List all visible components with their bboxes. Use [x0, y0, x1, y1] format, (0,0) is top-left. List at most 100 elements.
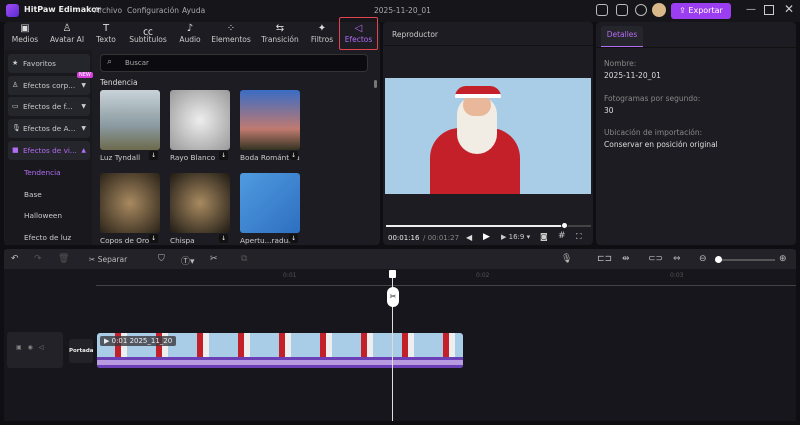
scrollbar[interactable] [374, 80, 377, 88]
tab-efectos[interactable]: ◁ Efectos [339, 17, 378, 50]
marker-icon[interactable]: ⛉ [158, 254, 165, 264]
tab-transicion[interactable]: ⇆ Transición [258, 23, 302, 44]
snapshot-icon[interactable]: ◙ [540, 232, 548, 241]
playhead-handle[interactable] [389, 270, 396, 278]
group-icon[interactable]: ⧉ [241, 254, 247, 264]
download-icon[interactable]: ↓ [219, 234, 228, 243]
close-icon[interactable]: ✕ [784, 2, 794, 16]
video-preview [385, 78, 591, 194]
tab-detalles[interactable]: Detalles [601, 26, 643, 47]
import-label: Ubicación de importación: [604, 128, 703, 137]
download-icon[interactable]: ↓ [219, 151, 228, 160]
feedback-icon[interactable] [616, 4, 628, 16]
download-icon[interactable]: ↓ [289, 234, 298, 243]
sidebar-item-favoritos[interactable]: ★ Favoritos [8, 54, 90, 73]
media-icon: ▣ [20, 23, 30, 34]
eye-icon[interactable]: ◉ [28, 344, 39, 351]
subitem-efecto-luz[interactable]: Efecto de luz [24, 233, 71, 242]
lock-icon[interactable]: ▣ [16, 344, 28, 351]
effects-icon: ◁ [354, 23, 363, 34]
menu-archivo[interactable]: Archivo [94, 6, 122, 15]
app-logo [6, 4, 19, 17]
frame-icon: ▭ [12, 102, 19, 110]
avatar[interactable] [652, 3, 666, 17]
undo-icon[interactable]: ↶ [11, 254, 19, 264]
tab-audio[interactable]: ♪ Audio [168, 23, 212, 44]
grid-icon[interactable]: # [558, 231, 566, 241]
zoom-slider[interactable] [715, 256, 775, 263]
menu-configuracion[interactable]: Configuración [127, 6, 179, 15]
zoom-handle[interactable] [715, 256, 722, 263]
delete-icon[interactable]: 🗑 [58, 254, 69, 264]
tab-subtitulos[interactable]: ㏄ Subtítulos [126, 23, 170, 44]
tab-elementos[interactable]: ⁘ Elementos [209, 23, 253, 44]
name-value: 2025-11-20_01 [604, 71, 661, 80]
cut-icon[interactable]: ✂ [210, 254, 218, 264]
sidebar-label: Efectos corp... [23, 81, 76, 90]
sidebar-label: Efectos de A... [23, 124, 76, 133]
tab-texto[interactable]: T Texto [84, 23, 128, 44]
track-header: ▣◉◁ [7, 332, 63, 368]
effect-card[interactable]: ↓ Apertu...radual [240, 173, 300, 245]
prev-frame-icon[interactable]: ◀ [466, 233, 472, 242]
subitem-tendencia[interactable]: Tendencia [24, 168, 61, 177]
layout-icon[interactable] [596, 4, 608, 16]
search-placeholder: Buscar [125, 59, 149, 67]
maximize-icon[interactable] [764, 5, 774, 15]
elements-icon: ⁘ [226, 23, 236, 34]
tab-label: Efectos [344, 35, 373, 44]
video-clip[interactable]: ▶ 0:01 2025_11_20 [97, 333, 463, 368]
text-tool-icon[interactable]: Ⓣ▾ [181, 254, 195, 267]
video-effect-icon: ■ [12, 146, 19, 154]
total-time: / 00:01:27 [423, 234, 460, 242]
volume-icon[interactable]: ◁ [39, 344, 50, 351]
sidebar-item-efectos-a[interactable]: 🎙 Efectos de A... ▼ [8, 119, 90, 138]
tab-medios[interactable]: ▣ Medios [3, 23, 47, 44]
aspect-value: 16:9 [508, 233, 525, 241]
effect-thumbnail: ↓ [170, 90, 230, 160]
split-button[interactable]: ✂ Separar [89, 255, 127, 264]
download-icon[interactable]: ↓ [289, 151, 298, 160]
tab-avatar-ai[interactable]: ♙ Avatar AI [45, 23, 89, 44]
trim-icon[interactable]: ⊂⊃ [648, 254, 663, 264]
zoom-out-icon[interactable]: ⊖ [699, 254, 707, 264]
search-input[interactable]: ⌕ Buscar [100, 54, 368, 72]
effect-card[interactable]: ↓ Rayo Blanco [170, 90, 230, 162]
download-icon[interactable] [635, 4, 647, 16]
tab-filtros[interactable]: ✦ Filtros [300, 23, 344, 44]
fit-icon[interactable]: ⇔ [673, 254, 681, 264]
fullscreen-icon[interactable]: ⛶ [576, 232, 582, 242]
sidebar-label: Favoritos [23, 59, 56, 68]
effect-card[interactable]: ↓ Luz Tyndall [100, 90, 160, 162]
progress-fill [386, 225, 565, 227]
link-icon[interactable]: ⊏⊐ [597, 254, 612, 264]
mic-icon[interactable]: 🎙 [561, 254, 572, 264]
download-icon[interactable]: ↓ [149, 234, 158, 243]
download-icon[interactable]: ↓ [149, 151, 158, 160]
effect-card[interactable]: ↓ Chispa [170, 173, 230, 245]
zoom-in-icon[interactable]: ⊕ [779, 254, 787, 264]
progress-bar[interactable] [386, 222, 591, 229]
effect-thumbnail: ↓ [170, 173, 230, 243]
effect-card[interactable]: ↓ Boda Romántica [240, 90, 300, 162]
scissors-icon[interactable]: ✂ [387, 287, 399, 307]
sidebar-item-efectos-corp[interactable]: ♙ Efectos corp... ▼ [8, 76, 90, 95]
cover-button[interactable]: Portada [69, 339, 93, 363]
split-track-icon[interactable]: ⇹ [622, 254, 630, 264]
sidebar-item-efectos-vi[interactable]: ■ Efectos de vi... ▲ [8, 141, 90, 160]
ruler[interactable] [96, 285, 796, 286]
menu-ayuda[interactable]: Ayuda [182, 6, 205, 15]
aspect-ratio-select[interactable]: ▶ 16:9 ▾ [501, 233, 530, 241]
chevron-up-icon: ▲ [81, 147, 86, 154]
play-icon[interactable]: ▶ [483, 232, 490, 242]
player-title: Reproductor [392, 30, 439, 39]
chevron-down-icon: ▼ [81, 103, 86, 110]
export-button[interactable]: ⇪ Exportar [671, 3, 731, 19]
minimize-icon[interactable]: — [746, 4, 756, 15]
subitem-base[interactable]: Base [24, 190, 42, 199]
divider [596, 47, 796, 48]
sidebar-item-efectos-f[interactable]: ▭ Efectos de f... ▼ [8, 97, 90, 116]
redo-icon[interactable]: ↷ [34, 254, 42, 264]
effect-card[interactable]: ↓ Copos de Oro [100, 173, 160, 245]
subitem-halloween[interactable]: Halloween [24, 211, 62, 220]
